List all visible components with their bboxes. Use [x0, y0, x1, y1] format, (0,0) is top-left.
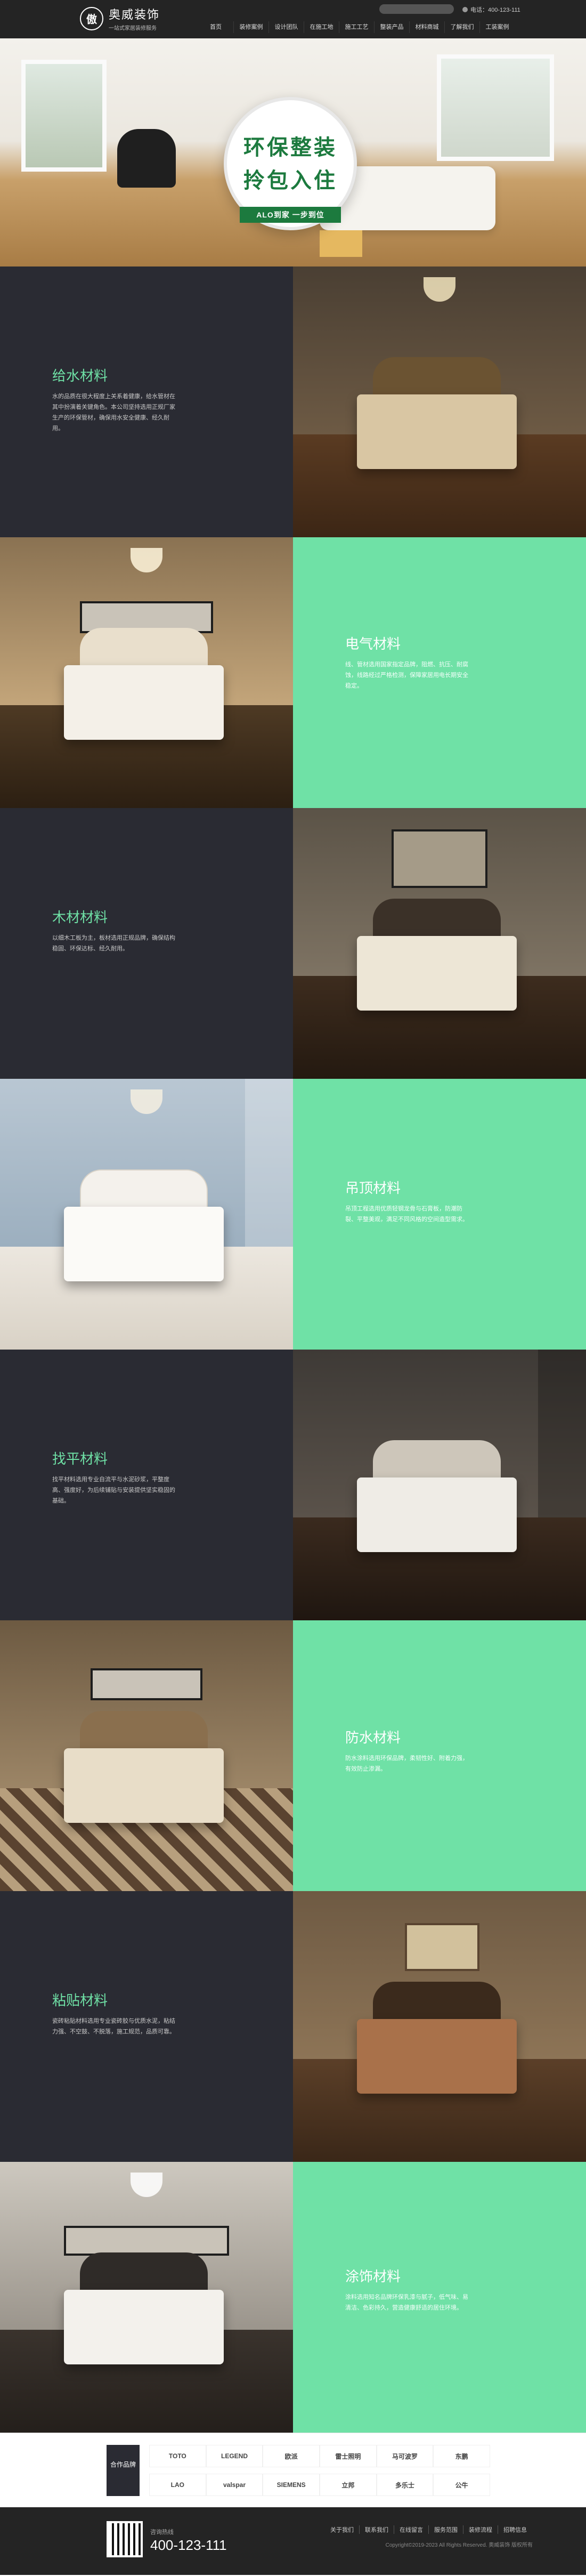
nav-item[interactable]: 材料商城 — [409, 21, 444, 33]
material-desc: 瓷砖粘贴材料选用专业瓷砖胶与优质水泥，粘结力强、不空鼓、不脱落，施工规范，品质可… — [52, 2018, 175, 2035]
site-logo[interactable]: 傲 奥威装饰 一站式家居装修服务 — [80, 5, 160, 31]
material-photo — [0, 2162, 293, 2433]
footer-link[interactable]: 联系我们 — [359, 2525, 394, 2534]
material-panel: 粘贴材料 瓷砖粘贴材料选用专业瓷砖胶与优质水泥，粘结力强、不空鼓、不脱落，施工规… — [0, 1891, 293, 2162]
hero-window — [437, 54, 554, 161]
hero-side-table — [320, 230, 362, 257]
material-panel: 木材材料 以细木工板为主，板材选用正规品牌，确保结构稳固、环保达标、经久耐用。 — [0, 808, 293, 1079]
material-title: 粘贴材料 — [52, 1992, 108, 2008]
material-title: 木材材料 — [52, 909, 108, 925]
hero-chair — [117, 129, 176, 188]
nav-item[interactable]: 了解我们 — [444, 21, 479, 33]
material-row: 防水材料 防水涂料选用环保品牌，柔韧性好、附着力强，有效防止渗漏。 — [0, 1620, 586, 1891]
material-row: 给水材料 水的品质在很大程度上关系着健康，给水管材在其中扮演着关键角色。本公司坚… — [0, 267, 586, 537]
partners-label: 合作品牌 — [107, 2445, 140, 2496]
partner-logo[interactable]: LAO — [149, 2474, 206, 2496]
material-row: 吊顶材料 吊顶工程选用优质轻钢龙骨与石膏板，防潮防裂、平整美观，满足不同风格的空… — [0, 1079, 586, 1350]
material-title: 吊顶材料 — [345, 1180, 401, 1196]
partner-logo[interactable]: 多乐士 — [376, 2474, 434, 2496]
nav-item[interactable]: 施工工艺 — [339, 21, 374, 33]
qr-code-icon — [107, 2521, 143, 2557]
promo-badge: 环保整装 拎包入住 ALO到家 一步到位 — [224, 97, 357, 230]
logo-name: 奥威装饰 — [109, 8, 160, 21]
partner-brands: 合作品牌 TOTO LEGEND 欧派 雷士照明 马可波罗 东鹏 LAO val… — [0, 2433, 586, 2507]
hero-banner: 环保整装 拎包入住 ALO到家 一步到位 — [0, 38, 586, 267]
promo-line-2: 拎包入住 — [243, 169, 337, 192]
material-panel: 涂饰材料 涂料选用知名品牌环保乳漆与腻子，低气味、易清洁、色彩持久，营造健康舒适… — [293, 2162, 586, 2433]
material-photo — [293, 267, 586, 537]
material-panel: 电气材料 线、管材选用国家指定品牌，阻燃、抗压、耐腐蚀，线路经过严格检测，保障家… — [293, 537, 586, 808]
nav-item[interactable]: 在施工地 — [304, 21, 339, 33]
hotline-number: 400-123-111 — [150, 2537, 227, 2553]
material-panel: 找平材料 找平材料选用专业自流平与水泥砂浆，平整度高、强度好，为后续铺贴与安装提… — [0, 1350, 293, 1620]
material-row: 电气材料 线、管材选用国家指定品牌，阻燃、抗压、耐腐蚀，线路经过严格检测，保障家… — [0, 537, 586, 808]
partner-logo[interactable]: TOTO — [149, 2445, 206, 2467]
material-desc: 防水涂料选用环保品牌，柔韧性好、附着力强，有效防止渗漏。 — [345, 1755, 468, 1772]
nav-item[interactable]: 设计团队 — [268, 21, 304, 33]
material-panel: 给水材料 水的品质在很大程度上关系着健康，给水管材在其中扮演着关键角色。本公司坚… — [0, 267, 293, 537]
nav-item[interactable]: 首页 — [198, 21, 233, 33]
material-desc: 找平材料选用专业自流平与水泥砂浆，平整度高、强度好，为后续铺贴与安装提供坚实稳固… — [52, 1476, 175, 1504]
material-desc: 涂料选用知名品牌环保乳漆与腻子，低气味、易清洁、色彩持久，营造健康舒适的居住环境… — [345, 2294, 468, 2311]
partner-logo[interactable]: 立邦 — [319, 2474, 377, 2496]
material-photo — [293, 808, 586, 1079]
site-header: 傲 奥威装饰 一站式家居装修服务 电话：400-123-111 首页 装修案例 … — [0, 0, 586, 38]
material-title: 防水材料 — [345, 1730, 401, 1746]
search-input[interactable] — [379, 4, 454, 14]
material-panel: 防水材料 防水涂料选用环保品牌，柔韧性好、附着力强，有效防止渗漏。 — [293, 1620, 586, 1891]
partner-logo[interactable]: LEGEND — [206, 2445, 263, 2467]
material-photo — [0, 1620, 293, 1891]
nav-item[interactable]: 装修案例 — [233, 21, 268, 33]
partner-logo[interactable]: 欧派 — [263, 2445, 320, 2467]
material-photo — [293, 1891, 586, 2162]
material-row: 粘贴材料 瓷砖粘贴材料选用专业瓷砖胶与优质水泥，粘结力强、不空鼓、不脱落，施工规… — [0, 1891, 586, 2162]
material-title: 找平材料 — [52, 1451, 108, 1467]
hotline-label: 咨询热线 — [150, 2529, 174, 2535]
partner-logo[interactable]: 雷士照明 — [319, 2445, 377, 2467]
phone-icon — [462, 7, 468, 12]
promo-ribbon: ALO到家 一步到位 — [240, 207, 341, 223]
footer-nav: 关于我们 联系我们 在线留言 服务范围 装修流程 招聘信息 — [325, 2525, 532, 2534]
material-title: 给水材料 — [52, 368, 108, 384]
material-desc: 水的品质在很大程度上关系着健康，给水管材在其中扮演着关键角色。本公司坚持选用正规… — [52, 393, 175, 432]
nav-item[interactable]: 整装产品 — [374, 21, 409, 33]
material-row: 涂饰材料 涂料选用知名品牌环保乳漆与腻子，低气味、易清洁、色彩持久，营造健康舒适… — [0, 2162, 586, 2433]
material-photo — [0, 1079, 293, 1350]
partner-logo[interactable]: 公牛 — [433, 2474, 490, 2496]
main-nav: 首页 装修案例 设计团队 在施工地 施工工艺 整装产品 材料商城 了解我们 工装… — [198, 21, 515, 33]
material-desc: 以细木工板为主，板材选用正规品牌，确保结构稳固、环保达标、经久耐用。 — [52, 935, 175, 952]
site-footer: 咨询热线 400-123-111 关于我们 联系我们 在线留言 服务范围 装修流… — [0, 2507, 586, 2575]
partner-logo[interactable]: SIEMENS — [263, 2474, 320, 2496]
copyright: Copyright©2019-2023 All Rights Reserved.… — [385, 2542, 533, 2548]
material-photo — [0, 537, 293, 808]
partner-logo[interactable]: 东鹏 — [433, 2445, 490, 2467]
logo-subtitle: 一站式家居装修服务 — [109, 26, 157, 31]
material-desc: 线、管材选用国家指定品牌，阻燃、抗压、耐腐蚀，线路经过严格检测，保障家居用电长期… — [345, 661, 468, 689]
promo-line-1: 环保整装 — [243, 136, 337, 159]
material-photo — [293, 1350, 586, 1620]
material-title: 电气材料 — [345, 636, 401, 652]
footer-link[interactable]: 在线留言 — [394, 2525, 428, 2534]
partner-logo[interactable]: valspar — [206, 2474, 263, 2496]
material-row: 木材材料 以细木工板为主，板材选用正规品牌，确保结构稳固、环保达标、经久耐用。 — [0, 808, 586, 1079]
material-panel: 吊顶材料 吊顶工程选用优质轻钢龙骨与石膏板，防潮防裂、平整美观，满足不同风格的空… — [293, 1079, 586, 1350]
material-row: 找平材料 找平材料选用专业自流平与水泥砂浆，平整度高、强度好，为后续铺贴与安装提… — [0, 1350, 586, 1620]
footer-link[interactable]: 服务范围 — [428, 2525, 463, 2534]
material-desc: 吊顶工程选用优质轻钢龙骨与石膏板，防潮防裂、平整美观，满足不同风格的空间造型需求… — [345, 1206, 468, 1223]
phone-text: 电话：400-123-111 — [470, 7, 520, 13]
material-title: 涂饰材料 — [345, 2268, 401, 2284]
header-phone: 电话：400-123-111 — [462, 5, 520, 14]
nav-item[interactable]: 工装案例 — [479, 21, 515, 33]
footer-link[interactable]: 关于我们 — [325, 2525, 359, 2534]
footer-link[interactable]: 装修流程 — [463, 2525, 498, 2534]
hero-window — [21, 60, 107, 172]
logo-icon: 傲 — [80, 6, 103, 30]
partner-logo[interactable]: 马可波罗 — [376, 2445, 434, 2467]
footer-link[interactable]: 招聘信息 — [498, 2525, 532, 2534]
